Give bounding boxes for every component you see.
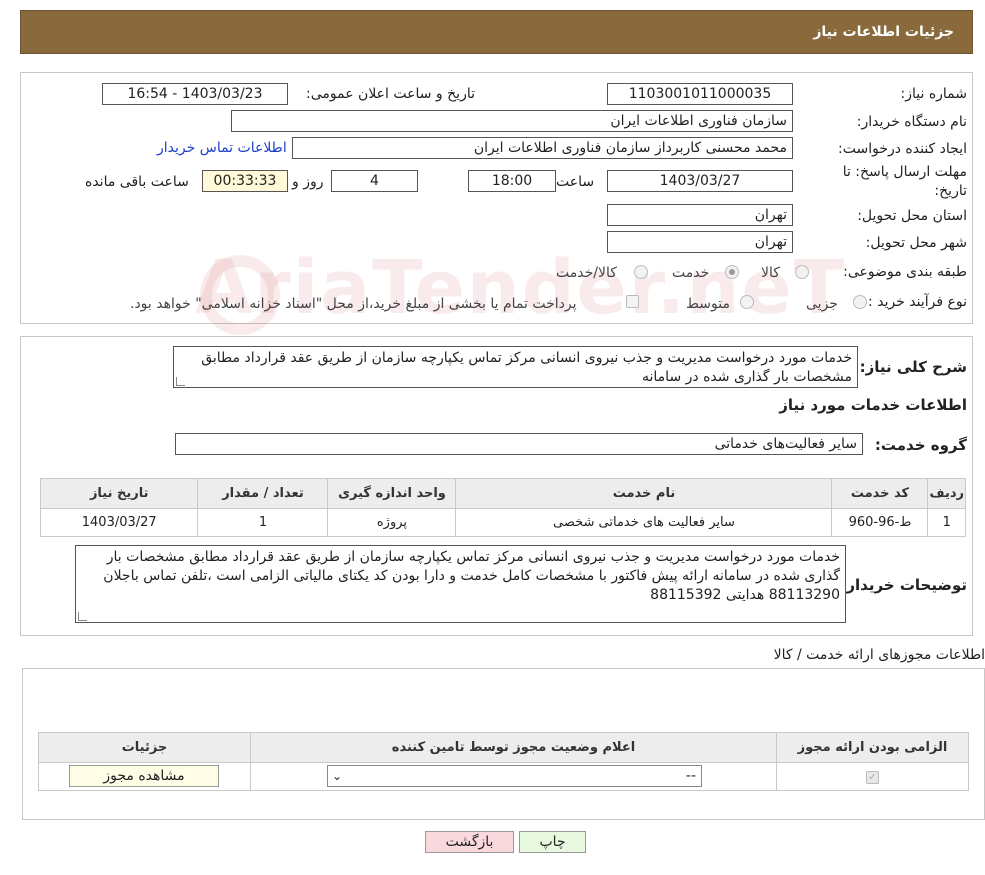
summary-text: خدمات مورد درخواست مدیریت و جذب نیروی ان… [201, 350, 852, 385]
col-qty: تعداد / مقدار [197, 478, 329, 509]
cell-qty: 1 [197, 508, 329, 537]
permit-status-select[interactable]: -- ⌄ [327, 765, 702, 787]
table-row: 1 ط-96-960 سایر فعالیت های خدماتی شخصی پ… [39, 508, 966, 537]
purchase-option-minor: جزیی [806, 296, 838, 312]
services-table-header: ردیف کد خدمت نام خدمت واحد اندازه گیری ت… [39, 478, 966, 509]
services-table: ردیف کد خدمت نام خدمت واحد اندازه گیری ت… [39, 478, 966, 537]
buyer-notes-text: خدمات مورد درخواست مدیریت و جذب نیروی ان… [103, 549, 840, 603]
buyer-org-label: نام دستگاه خریدار: [856, 114, 967, 130]
purchase-radio-medium[interactable] [740, 295, 754, 309]
deadline-time-field: 18:00 [468, 170, 556, 192]
col-permit-required: الزامی بودن ارائه مجوز [776, 732, 969, 763]
need-number-label: شماره نیاز: [900, 86, 968, 102]
buyer-notes-textarea[interactable]: خدمات مورد درخواست مدیریت و جذب نیروی ان… [75, 545, 846, 623]
deadline-label: مهلت ارسال پاسخ: تا تاریخ: [842, 164, 967, 199]
category-label: طبقه بندی موضوعی: [843, 264, 967, 280]
category-option-both: کالا/خدمت [556, 265, 617, 281]
category-radio-goods[interactable] [795, 265, 809, 279]
col-unit: واحد اندازه گیری [327, 478, 457, 509]
days-field: 4 [331, 170, 418, 192]
service-group-field: سایر فعالیت‌های خدماتی [175, 433, 863, 455]
category-radio-both[interactable] [634, 265, 648, 279]
col-date: تاریخ نیاز [39, 478, 199, 509]
treasury-note: پرداخت تمام یا بخشی از مبلغ خرید،از محل … [130, 296, 577, 312]
permit-status-value: -- [685, 768, 696, 784]
announce-label: تاریخ و ساعت اعلان عمومی: [306, 86, 475, 102]
province-label: استان محل تحویل: [857, 208, 967, 224]
announce-field: 1403/03/23 - 16:54 [102, 83, 288, 105]
col-permit-status: اعلام وضعیت مجوز توسط تامین کننده [250, 732, 777, 763]
page-header: جزئیات اطلاعات نیاز [20, 10, 973, 54]
cell-name: سایر فعالیت های خدماتی شخصی [455, 508, 833, 537]
permits-heading: اطلاعات مجوزهای ارائه خدمت / کالا [773, 647, 985, 663]
resize-handle-icon[interactable] [176, 377, 185, 386]
resize-handle-icon[interactable] [78, 612, 87, 621]
buyer-contact-link[interactable]: اطلاعات تماس خریدار [157, 140, 287, 156]
service-group-label: گروه خدمت: [874, 436, 967, 454]
cell-permit-required: ✓ [776, 762, 969, 791]
print-button[interactable]: چاپ [519, 831, 586, 853]
purchase-option-medium: متوسط [686, 296, 730, 312]
treasury-checkbox[interactable] [626, 295, 639, 308]
city-label: شهر محل تحویل: [865, 235, 967, 251]
cell-unit: پروژه [327, 508, 457, 537]
deadline-date-field: 1403/03/27 [607, 170, 793, 192]
days-label: روز و [292, 174, 324, 190]
need-number-field: 1103001011000035 [607, 83, 793, 105]
buyer-org-field: سازمان فناوری اطلاعات ایران [231, 110, 793, 132]
deadline-time-label: ساعت [556, 174, 595, 190]
summary-textarea[interactable]: خدمات مورد درخواست مدیریت و جذب نیروی ان… [173, 346, 858, 388]
col-code: کد خدمت [831, 478, 929, 509]
creator-label: ایجاد کننده درخواست: [838, 141, 967, 157]
services-heading: اطلاعات خدمات مورد نیاز [779, 396, 967, 414]
summary-label: شرح کلی نیاز: [859, 358, 967, 376]
remaining-label: ساعت باقی مانده [85, 174, 189, 190]
purchase-radio-minor[interactable] [853, 295, 867, 309]
creator-field: محمد محسنی کاربرداز سازمان فناوری اطلاعا… [292, 137, 793, 159]
chevron-down-icon: ⌄ [332, 769, 343, 783]
permit-required-checkbox: ✓ [866, 771, 879, 784]
permits-table-header: الزامی بودن ارائه مجوز اعلام وضعیت مجوز … [38, 732, 969, 763]
category-radio-service[interactable] [725, 265, 739, 279]
cell-date: 1403/03/27 [39, 508, 199, 537]
city-field: تهران [607, 231, 793, 253]
purchase-type-label: نوع فرآیند خرید : [868, 294, 967, 310]
cell-code: ط-96-960 [831, 508, 929, 537]
cell-row: 1 [927, 508, 966, 537]
category-option-service: خدمت [672, 265, 710, 281]
col-name: نام خدمت [455, 478, 833, 509]
province-field: تهران [607, 204, 793, 226]
page-title: جزئیات اطلاعات نیاز [813, 24, 954, 40]
back-button[interactable]: بازگشت [425, 831, 514, 853]
category-option-goods: کالا [761, 265, 780, 281]
col-permit-details: جزئیات [38, 732, 251, 763]
buyer-notes-label: توضیحات خریدار: [840, 576, 967, 594]
remaining-time-field: 00:33:33 [202, 170, 288, 192]
col-row: ردیف [927, 478, 966, 509]
view-permit-button[interactable]: مشاهده مجوز [69, 765, 219, 787]
